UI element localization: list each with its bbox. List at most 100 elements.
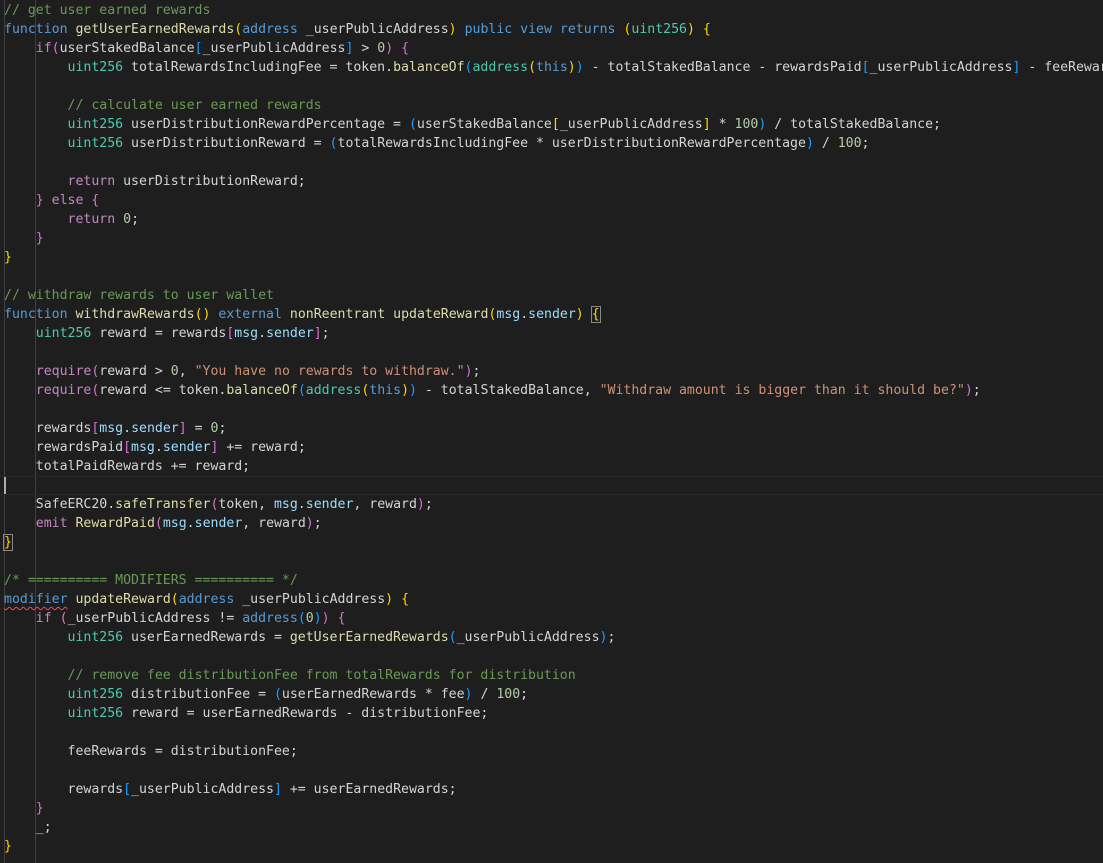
code-token: token, [218, 497, 274, 512]
code-line[interactable] [0, 153, 1103, 172]
code-token: ) [305, 516, 314, 531]
code-line[interactable]: } [0, 799, 1103, 818]
code-line[interactable]: uint256 reward = rewards[msg.sender]; [0, 324, 1103, 343]
code-token: safeTransfer [115, 497, 211, 512]
code-token: SafeERC20. [4, 497, 116, 512]
code-line[interactable]: feeRewards = distributionFee; [0, 742, 1103, 761]
code-token: } [35, 801, 44, 816]
code-line[interactable]: } [0, 229, 1103, 248]
code-line[interactable] [0, 761, 1103, 780]
code-token: getUserEarnedRewards [289, 630, 449, 645]
code-line[interactable]: emit RewardPaid(msg.sender, reward); [0, 514, 1103, 533]
code-token: sender [131, 421, 179, 436]
code-token: _; [4, 820, 52, 835]
code-token: return [67, 174, 116, 189]
code-token: ) [321, 611, 330, 626]
code-line[interactable] [0, 723, 1103, 742]
code-line[interactable]: function withdrawRewards() external nonR… [0, 305, 1103, 324]
code-line[interactable]: } [0, 533, 1103, 552]
code-line[interactable]: rewards[msg.sender] = 0; [0, 419, 1103, 438]
code-token: // withdraw rewards to user wallet [4, 288, 274, 303]
code-line[interactable] [0, 267, 1103, 286]
code-line[interactable]: if (_userPublicAddress != address(0)) { [0, 609, 1103, 628]
code-line[interactable]: _; [0, 818, 1103, 837]
code-line[interactable]: } else { [0, 191, 1103, 210]
code-line[interactable]: uint256 distributionFee = (userEarnedRew… [0, 685, 1103, 704]
code-token: updateReward [75, 592, 171, 607]
code-line[interactable]: rewardsPaid[msg.sender] += reward; [0, 438, 1103, 457]
code-line[interactable]: } [0, 248, 1103, 267]
code-line[interactable]: modifier updateReward(address _userPubli… [0, 590, 1103, 609]
code-token: reward > [99, 364, 171, 379]
code-token: totalRewardsIncludingFee * userDistribut… [337, 136, 806, 151]
code-line[interactable]: // remove fee distributionFee from total… [0, 666, 1103, 685]
code-line[interactable]: function getUserEarnedRewards(address _u… [0, 20, 1103, 39]
code-token: ( [329, 136, 338, 151]
code-token: sender [305, 497, 354, 512]
code-line[interactable] [0, 552, 1103, 571]
code-token: ) [313, 611, 322, 626]
code-line[interactable] [0, 343, 1103, 362]
code-token: ( [297, 611, 306, 626]
code-line[interactable]: /* ========== MODIFIERS ========== */ [0, 571, 1103, 590]
code-token: ) [416, 497, 425, 512]
code-line[interactable]: if(userStakedBalance[_userPublicAddress]… [0, 39, 1103, 58]
code-token: else [51, 193, 84, 208]
code-line[interactable]: uint256 userEarnedRewards = getUserEarne… [0, 628, 1103, 647]
code-token: [ [861, 60, 870, 75]
code-token: ; [861, 136, 870, 151]
code-token: ( [408, 117, 417, 132]
code-token: uint256 [67, 706, 124, 721]
code-line[interactable] [0, 400, 1103, 419]
code-line[interactable]: uint256 reward = userEarnedRewards - dis… [0, 704, 1103, 723]
code-token: uint256 [35, 326, 92, 341]
code-token: ] [178, 421, 187, 436]
code-token: ( [448, 630, 457, 645]
code-token: , reward [242, 516, 306, 531]
code-token: balanceOf [393, 60, 465, 75]
code-line[interactable]: require(reward > 0, "You have no rewards… [0, 362, 1103, 381]
code-token: uint256 [67, 630, 124, 645]
code-line[interactable]: // withdraw rewards to user wallet [0, 286, 1103, 305]
code-token: * [710, 117, 735, 132]
code-token: ( [51, 41, 60, 56]
code-token: , [178, 364, 195, 379]
code-editor[interactable]: // get user earned rewards function getUs… [0, 0, 1103, 863]
code-line[interactable] [0, 77, 1103, 96]
code-line[interactable]: uint256 totalRewardsIncludingFee = token… [0, 58, 1103, 77]
code-line[interactable]: require(reward <= token.balanceOf(addres… [0, 381, 1103, 400]
code-token: msg [131, 440, 155, 455]
code-line[interactable] [0, 647, 1103, 666]
code-token: ) [385, 41, 394, 56]
code-line[interactable]: // calculate user earned rewards [0, 96, 1103, 115]
code-line[interactable]: uint256 userDistributionReward = (totalR… [0, 134, 1103, 153]
code-line[interactable]: totalPaidRewards += reward; [0, 457, 1103, 476]
code-token: "You have no rewards to withdraw." [194, 364, 465, 379]
code-line[interactable]: rewards[_userPublicAddress] += userEarne… [0, 780, 1103, 799]
code-line[interactable]: return 0; [0, 210, 1103, 229]
code-line[interactable]: uint256 userDistributionRewardPercentage… [0, 115, 1103, 134]
code-line[interactable] [0, 476, 1103, 495]
code-token: getUserEarnedRewards [75, 22, 235, 37]
code-token: msg [496, 307, 521, 322]
code-line[interactable]: // get user earned rewards [0, 1, 1103, 20]
code-token: . [297, 497, 306, 512]
code-line[interactable]: return userDistributionReward; [0, 172, 1103, 191]
code-token: ) [385, 592, 394, 607]
code-token: ; [472, 364, 481, 379]
code-token: ; [218, 421, 227, 436]
code-line[interactable]: SafeERC20.safeTransfer(token, msg.sender… [0, 495, 1103, 514]
code-line[interactable]: } [0, 837, 1103, 856]
code-token: ) [464, 364, 473, 379]
code-token: ] [702, 117, 711, 132]
